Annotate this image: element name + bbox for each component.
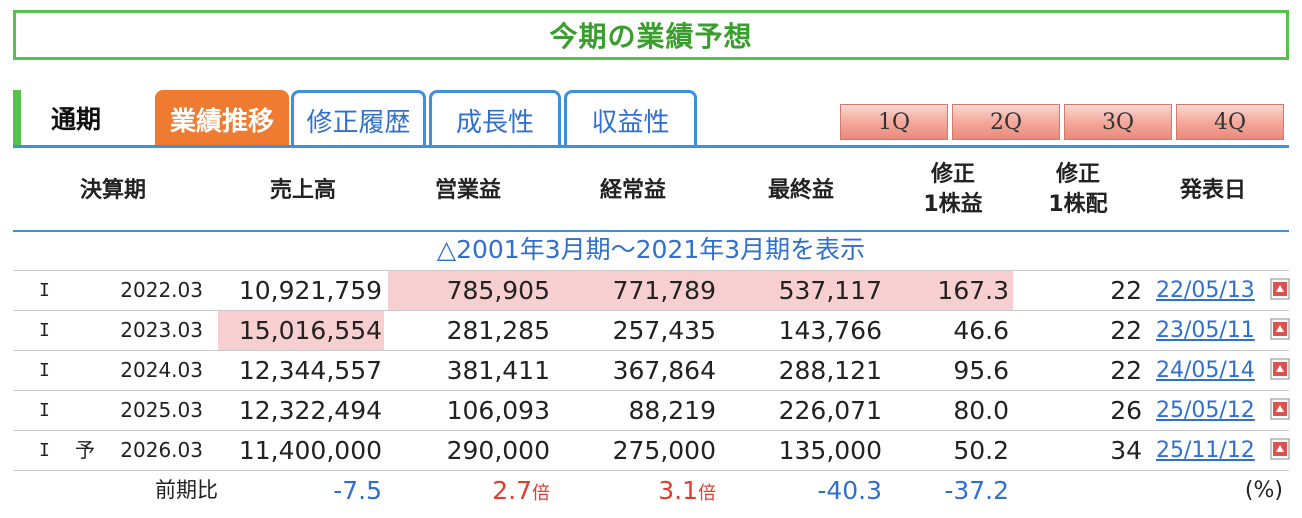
row-mark: I bbox=[39, 400, 50, 421]
announce-date-link[interactable]: 24/05/14 bbox=[1156, 351, 1255, 390]
yoy-net: -40.3 bbox=[817, 476, 882, 505]
net-cell: 537,117 bbox=[720, 271, 886, 310]
tab-revision-history[interactable]: 修正履歴 bbox=[291, 90, 426, 148]
tab-growth[interactable]: 成長性 bbox=[429, 90, 561, 148]
yoy-eps: -37.2 bbox=[944, 476, 1009, 505]
ordinary-cell: 257,435 bbox=[612, 316, 716, 345]
table-row: I 2025.03 12,322,494 106,093 88,219 226,… bbox=[13, 390, 1290, 430]
period-cell: 2025.03 bbox=[120, 398, 203, 422]
yoy-operating: 2.7倍 bbox=[492, 476, 550, 505]
table-row: I 2024.03 12,344,557 381,411 367,864 288… bbox=[13, 350, 1290, 390]
banner-title: 今期の業績予想 bbox=[549, 20, 753, 53]
col-sales-header: 売上高 bbox=[269, 178, 336, 203]
table-row: I 2023.03 15,016,554 281,285 257,435 143… bbox=[13, 310, 1290, 350]
pdf-icon[interactable] bbox=[1270, 278, 1290, 300]
announce-date-link[interactable]: 25/11/12 bbox=[1156, 431, 1255, 470]
net-cell: 143,766 bbox=[778, 316, 882, 345]
eps-cell: 80.0 bbox=[953, 396, 1009, 425]
yoy-row: 前期比 -7.5 2.7倍 3.1倍 -40.3 -37.2 (%) bbox=[13, 470, 1289, 510]
announce-date-link[interactable]: 23/05/11 bbox=[1156, 311, 1255, 350]
dividend-cell: 34 bbox=[1110, 436, 1142, 465]
ordinary-cell: 771,789 bbox=[554, 271, 720, 310]
table-row: I 予 2026.03 11,400,000 290,000 275,000 1… bbox=[13, 430, 1290, 470]
sales-cell: 15,016,554 bbox=[218, 311, 384, 350]
yoy-unit: (%) bbox=[1244, 478, 1283, 503]
table-header: 決算期 売上高 営業益 経常益 最終益 修正 1株益 修正 1株配 発表日 bbox=[13, 152, 1289, 230]
period-cell: 2023.03 bbox=[120, 318, 203, 342]
col-date-header: 発表日 bbox=[1179, 178, 1246, 203]
eps-cell: 50.2 bbox=[953, 436, 1009, 465]
quarter-2q-button[interactable]: 2Q bbox=[952, 104, 1060, 140]
yoy-sales: -7.5 bbox=[333, 476, 382, 505]
sales-cell: 10,921,759 bbox=[238, 276, 382, 305]
eps-cell: 95.6 bbox=[953, 356, 1009, 385]
net-cell: 288,121 bbox=[778, 356, 882, 385]
forecast-banner: 今期の業績予想 bbox=[13, 10, 1289, 60]
forecast-mark: 予 bbox=[75, 438, 95, 462]
col-net-header: 最終益 bbox=[767, 178, 834, 203]
yoy-ordinary: 3.1倍 bbox=[658, 476, 716, 505]
dividend-cell: 26 bbox=[1110, 396, 1142, 425]
col-ordinary-header: 経常益 bbox=[599, 178, 666, 203]
tab-baseline bbox=[13, 145, 1289, 148]
col-dividend-header: 修正 1株配 bbox=[1048, 162, 1108, 217]
ordinary-cell: 367,864 bbox=[612, 356, 716, 385]
period-cell: 2022.03 bbox=[120, 278, 203, 302]
announce-date-link[interactable]: 25/05/12 bbox=[1156, 391, 1255, 430]
pdf-icon[interactable] bbox=[1270, 398, 1290, 420]
net-cell: 226,071 bbox=[778, 396, 882, 425]
operating-cell: 381,411 bbox=[446, 356, 550, 385]
col-operating-header: 営業益 bbox=[434, 178, 501, 203]
pdf-icon[interactable] bbox=[1270, 318, 1290, 340]
tab-annual: 通期 bbox=[51, 105, 102, 134]
yoy-label: 前期比 bbox=[155, 478, 218, 502]
col-period-header: 決算期 bbox=[79, 178, 146, 203]
ordinary-cell: 275,000 bbox=[612, 436, 716, 465]
quarter-buttons: 1Q 2Q 3Q 4Q bbox=[840, 104, 1284, 140]
tab-performance[interactable]: 業績推移 bbox=[155, 90, 289, 148]
row-mark: I bbox=[39, 280, 50, 301]
col-eps-header: 修正 1株益 bbox=[923, 162, 983, 217]
quarter-4q-button[interactable]: 4Q bbox=[1176, 104, 1284, 140]
eps-cell: 167.3 bbox=[886, 271, 1013, 310]
sales-cell: 11,400,000 bbox=[238, 436, 382, 465]
period-cell: 2024.03 bbox=[120, 358, 203, 382]
dividend-cell: 22 bbox=[1110, 276, 1142, 305]
tab-bar: 通期 業績推移 修正履歴 成長性 収益性 1Q 2Q 3Q 4Q bbox=[13, 86, 1289, 148]
section-marker bbox=[13, 90, 21, 146]
row-mark: I bbox=[39, 320, 50, 341]
tab-profitability[interactable]: 収益性 bbox=[564, 90, 697, 148]
operating-cell: 106,093 bbox=[446, 396, 550, 425]
dividend-cell: 22 bbox=[1110, 316, 1142, 345]
operating-cell: 785,905 bbox=[388, 271, 554, 310]
quarter-3q-button[interactable]: 3Q bbox=[1064, 104, 1172, 140]
quarter-1q-button[interactable]: 1Q bbox=[840, 104, 948, 140]
operating-cell: 290,000 bbox=[446, 436, 550, 465]
operating-cell: 281,285 bbox=[446, 316, 550, 345]
eps-cell: 46.6 bbox=[953, 316, 1009, 345]
ordinary-cell: 88,219 bbox=[628, 396, 716, 425]
dividend-cell: 22 bbox=[1110, 356, 1142, 385]
row-mark: I bbox=[39, 360, 50, 381]
table-row: I 2022.03 10,921,759 785,905 771,789 537… bbox=[13, 270, 1290, 310]
net-cell: 135,000 bbox=[778, 436, 882, 465]
period-cell: 2026.03 bbox=[120, 438, 203, 462]
sales-cell: 12,322,494 bbox=[238, 396, 382, 425]
pdf-icon[interactable] bbox=[1270, 358, 1290, 380]
announce-date-link[interactable]: 22/05/13 bbox=[1156, 271, 1255, 310]
pdf-icon[interactable] bbox=[1270, 438, 1290, 460]
sales-cell: 12,344,557 bbox=[238, 356, 382, 385]
row-mark: I bbox=[39, 440, 50, 461]
show-past-periods-link[interactable]: △2001年3月期～2021年3月期を表示 bbox=[13, 232, 1289, 268]
